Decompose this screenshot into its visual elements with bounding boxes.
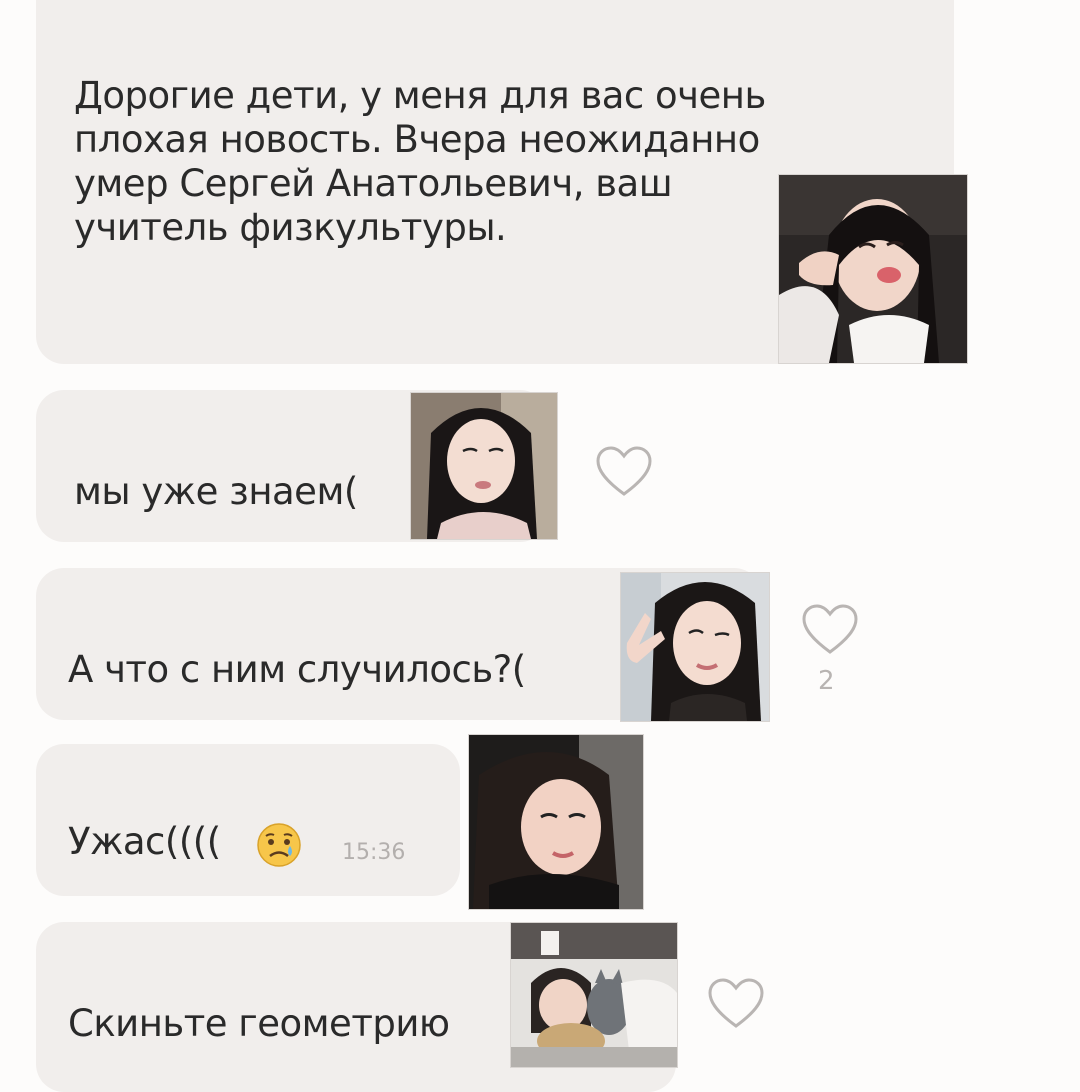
avatar-photo: [411, 393, 557, 539]
heart-outline-icon[interactable]: [800, 602, 860, 658]
message-text-3: А что с ним случилось?(: [68, 648, 526, 691]
heart-outline-icon[interactable]: [594, 444, 654, 500]
avatar-photo: [779, 175, 967, 363]
message-time: 15:36: [342, 840, 406, 865]
student-avatar-2[interactable]: [620, 572, 770, 722]
message-text-4: Ужас((((: [68, 820, 221, 863]
like-count: 2: [818, 666, 835, 696]
message-text-2: мы уже знаем(: [74, 470, 358, 513]
avatar-photo: [469, 735, 643, 909]
message-bubble-4[interactable]: Ужас(((( 15:36: [36, 744, 460, 896]
student-avatar-4[interactable]: [510, 922, 678, 1068]
message-text-1: Дорогие дети, у меня для вас очень плоха…: [74, 74, 766, 249]
avatar-photo: [621, 573, 769, 721]
teacher-avatar[interactable]: [778, 174, 968, 364]
sad-tear-face-emoji: [257, 823, 301, 867]
student-avatar-3[interactable]: [468, 734, 644, 910]
avatar-photo: [511, 923, 677, 1067]
heart-outline-icon[interactable]: [706, 976, 766, 1032]
message-text-5: Скиньте геометрию: [68, 1002, 450, 1045]
student-avatar-1[interactable]: [410, 392, 558, 540]
